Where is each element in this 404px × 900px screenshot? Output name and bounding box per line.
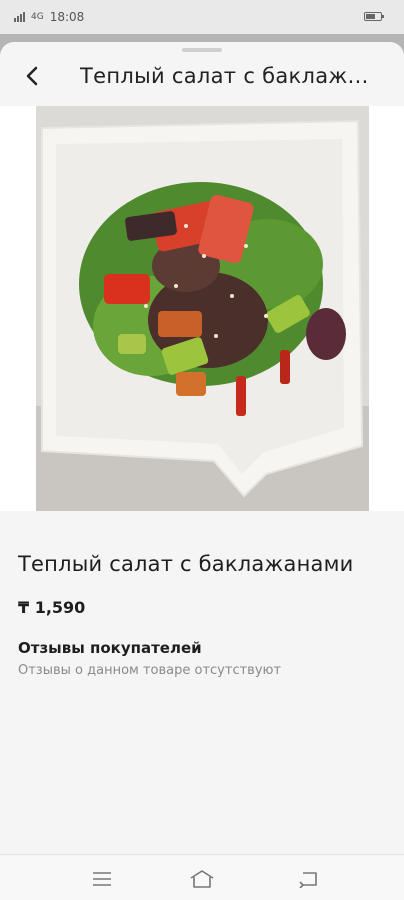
menu-icon — [93, 872, 111, 886]
product-price: ₸ 1,590 — [18, 598, 86, 617]
signal-icon — [14, 12, 25, 22]
product-image-area — [0, 106, 404, 511]
reviews-heading: Отзывы покупателей — [18, 639, 202, 657]
status-time: 18:08 — [49, 10, 85, 24]
reviews-empty-text: Отзывы о данном товаре отсутствуют — [18, 663, 282, 678]
home-button[interactable] — [186, 863, 218, 895]
page-title: Теплый салат с баклаж... — [80, 64, 369, 88]
back-nav-button[interactable] — [292, 863, 324, 895]
status-left: 4G 18:08 — [14, 10, 84, 24]
battery-icon — [364, 12, 384, 21]
header: Теплый салат с баклаж... — [0, 56, 404, 96]
product-description: Теплый салат с баклажанами ₸ 1,590 Отзыв… — [18, 552, 390, 678]
home-icon — [190, 870, 214, 888]
food-photo — [36, 106, 369, 511]
system-nav-bar — [0, 854, 404, 900]
drag-handle[interactable] — [182, 48, 222, 52]
network-label: 4G — [31, 12, 44, 22]
back-icon — [299, 872, 317, 888]
menu-button[interactable] — [86, 863, 118, 895]
status-bar: 4G 18:08 — [0, 0, 404, 34]
product-title: Теплый салат с баклажанами — [18, 552, 354, 576]
chevron-left-icon — [26, 66, 38, 86]
back-button[interactable] — [12, 56, 52, 96]
product-sheet: Теплый салат с баклаж... Теплый салат с … — [0, 42, 404, 854]
